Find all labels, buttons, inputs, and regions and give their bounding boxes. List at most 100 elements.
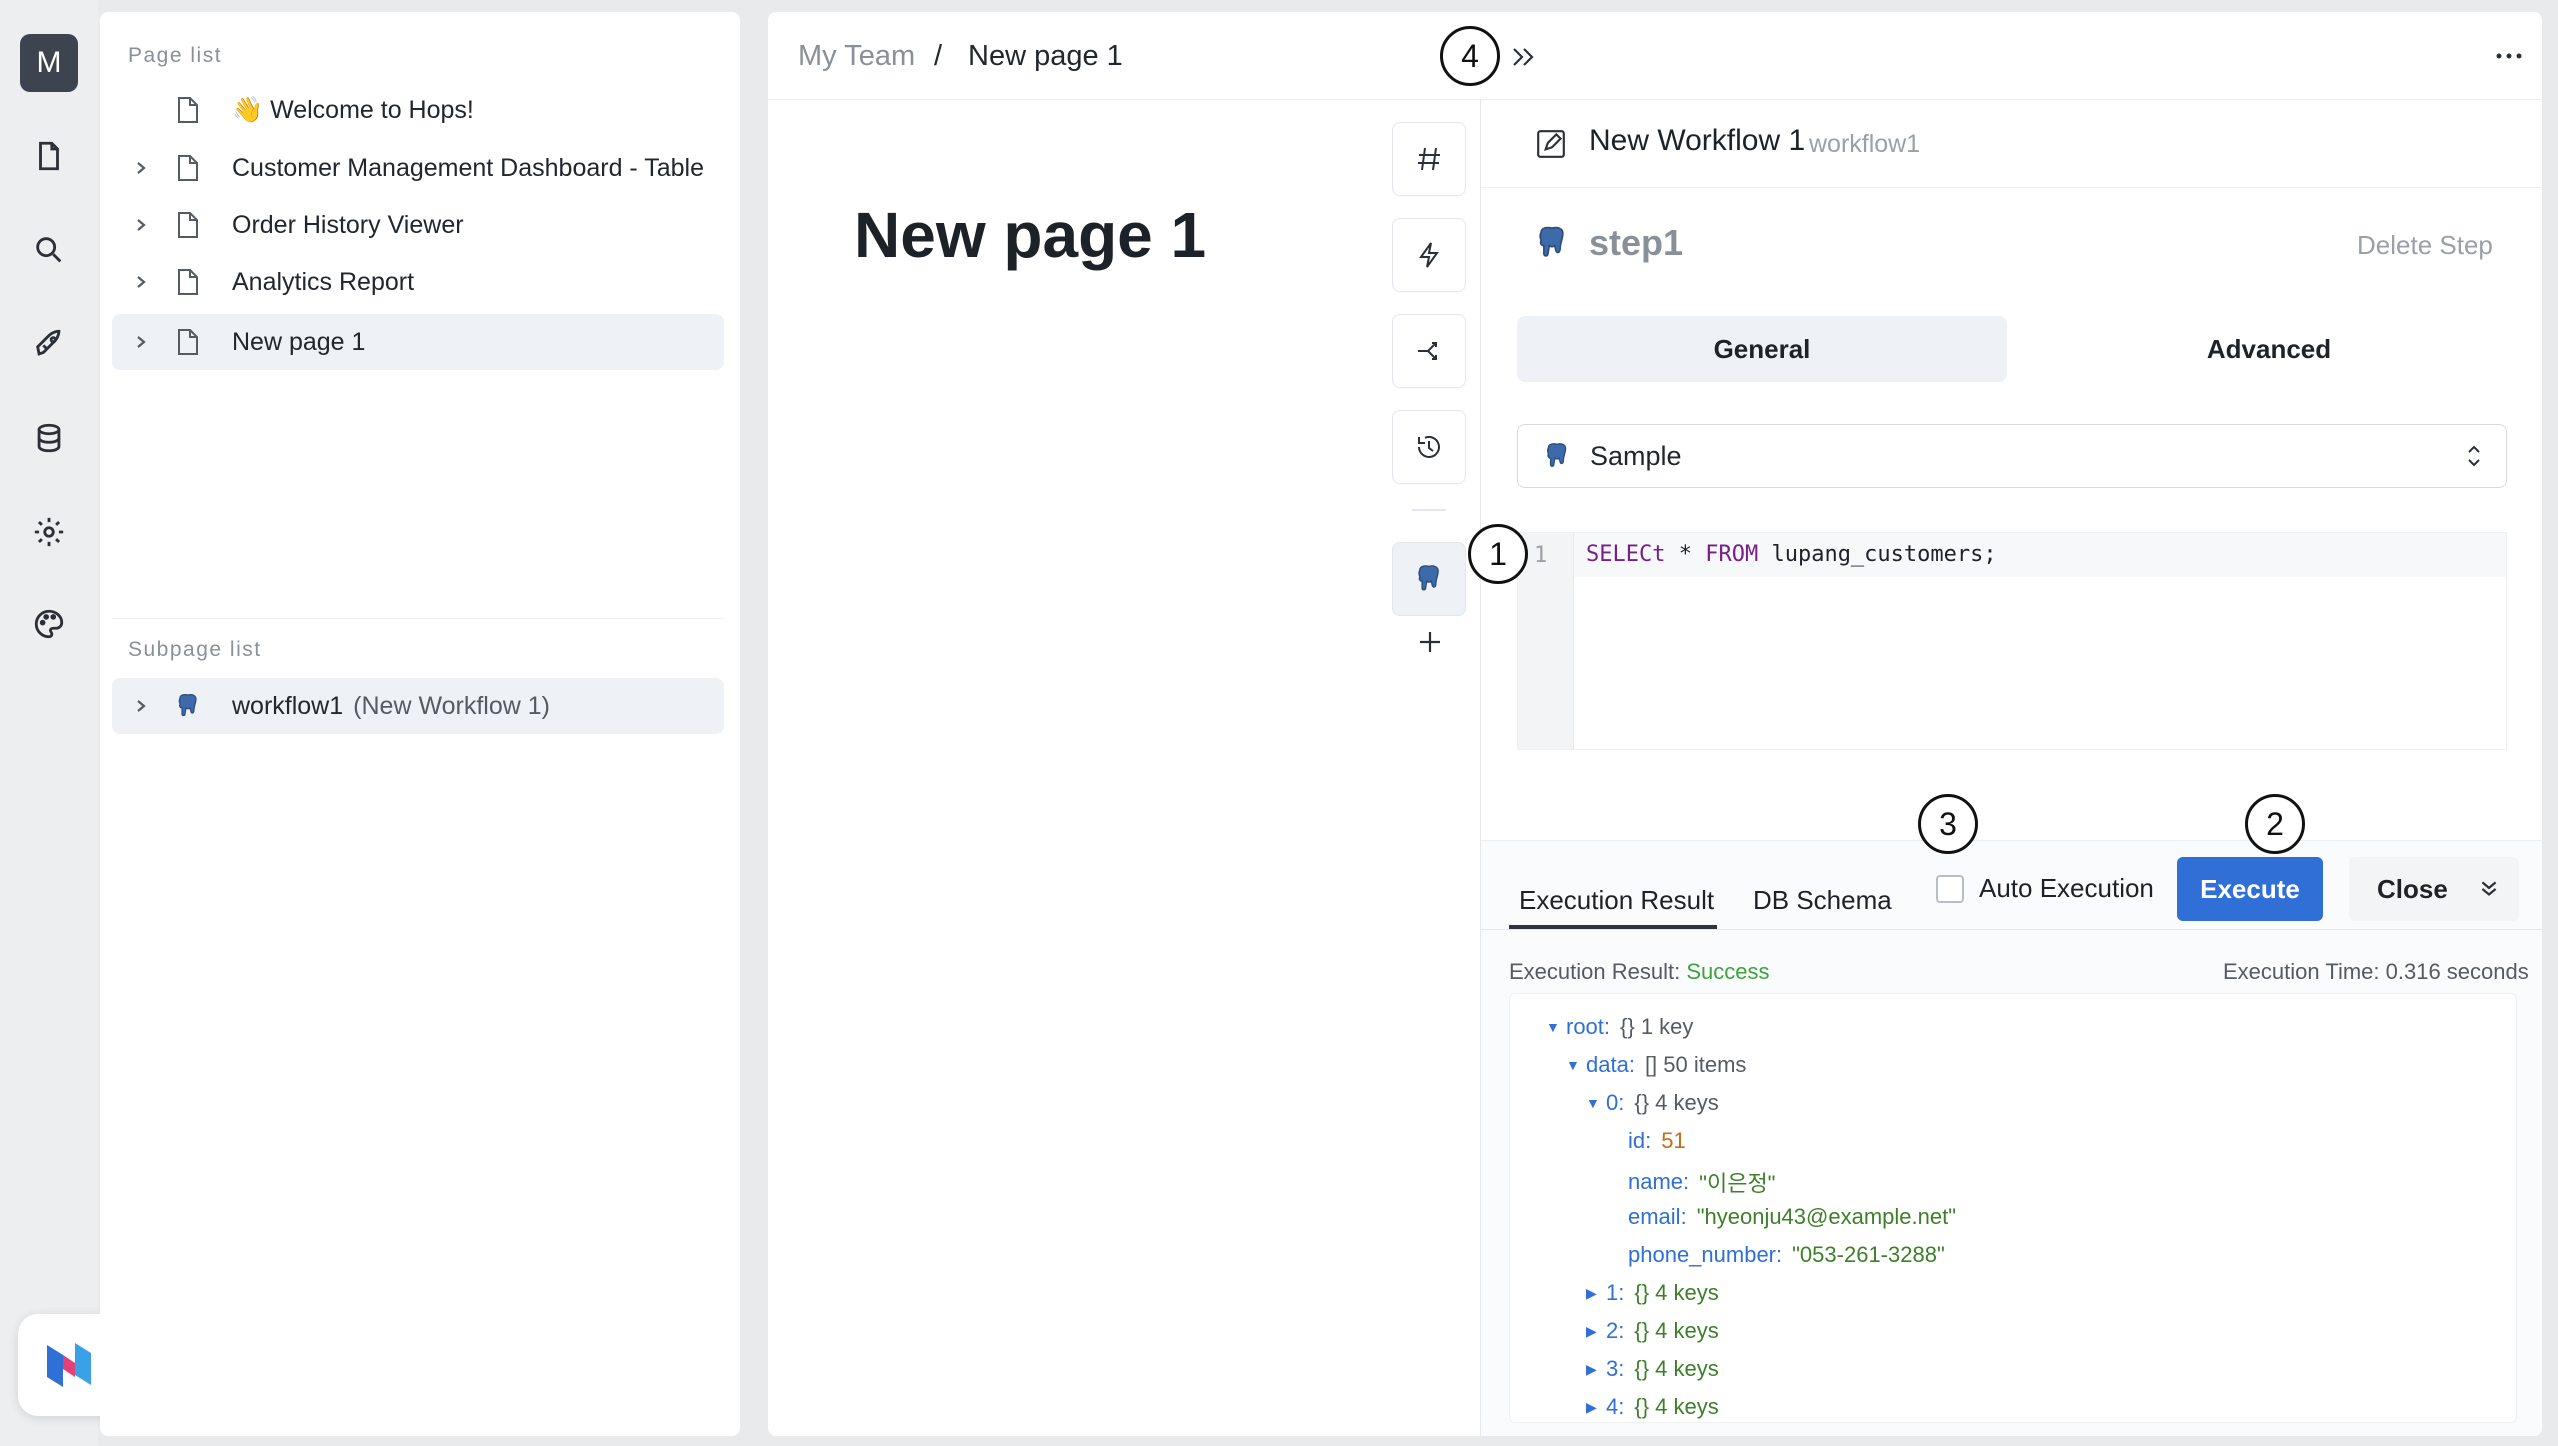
editor-gutter: 1 — [1518, 533, 1574, 749]
history-icon — [1418, 436, 1440, 458]
json-row-item-1[interactable]: ▶ 1: {} 4 keys — [1586, 1280, 1719, 1306]
caret-down-icon[interactable]: ▼ — [1546, 1019, 1566, 1035]
caret-right-icon[interactable]: ▶ — [1586, 1399, 1606, 1416]
json-meta: {} 4 keys — [1634, 1318, 1719, 1343]
close-label: Close — [2377, 873, 2448, 904]
subpage-item-detail: (New Workflow 1) — [353, 691, 550, 720]
json-row-item-4[interactable]: ▶ 4: {} 4 keys — [1586, 1394, 1719, 1420]
step-name[interactable]: step1 — [1589, 222, 1683, 264]
hash-tool-button[interactable] — [1392, 122, 1466, 196]
branch-tool-button[interactable] — [1392, 314, 1466, 388]
tab-general[interactable]: General — [1517, 316, 2007, 382]
subpage-list-title: Subpage list — [128, 638, 262, 661]
icon-rail: M — [0, 0, 120, 1446]
page-title[interactable]: New page 1 — [854, 198, 1206, 272]
tabs-border — [1481, 929, 2542, 930]
breadcrumb-separator: / — [934, 40, 943, 72]
tab-advanced[interactable]: Advanced — [2023, 316, 2515, 382]
chevron-right-icon[interactable] — [130, 275, 152, 289]
execute-button[interactable]: Execute — [2177, 857, 2323, 921]
json-key: root: — [1566, 1014, 1611, 1039]
caret-down-icon[interactable]: ▼ — [1586, 1095, 1606, 1111]
page-item-label: Customer Management Dashboard - Table — [232, 153, 705, 182]
annotation-badge-3: 3 — [1918, 794, 1978, 854]
sql-editor[interactable]: 1 SELECt * FROM lupang_customers; — [1517, 532, 2507, 750]
file-icon[interactable] — [29, 136, 69, 176]
json-row-data[interactable]: ▼ data: [] 50 items — [1566, 1052, 1746, 1078]
page-item-label: Analytics Report — [232, 267, 415, 296]
page-item-welcome[interactable]: 👋 Welcome to Hops! — [112, 82, 724, 138]
execution-status-value: Success — [1686, 959, 1770, 984]
json-row-root[interactable]: ▼ root: {} 1 key — [1546, 1014, 1693, 1040]
sql-star: * — [1665, 542, 1706, 567]
panel-divider — [112, 618, 724, 619]
branch-icon — [1418, 342, 1437, 360]
search-icon[interactable] — [29, 230, 69, 270]
sql-keyword-from: FROM — [1705, 542, 1759, 567]
add-icon[interactable] — [1412, 624, 1448, 660]
rocket-icon[interactable] — [29, 324, 69, 364]
tab-execution-result[interactable]: Execution Result — [1519, 885, 1714, 916]
sql-table: lupang_customers; — [1758, 542, 1997, 567]
json-key: data: — [1586, 1052, 1635, 1077]
json-key: 4: — [1606, 1394, 1625, 1419]
postgres-icon — [170, 692, 206, 720]
json-meta: [] 50 items — [1644, 1052, 1747, 1077]
palette-icon[interactable] — [29, 604, 69, 644]
top-bar: My Team / New page 1 4 — [768, 12, 2542, 100]
json-row-name: name: "이은정" — [1628, 1166, 1776, 1198]
action-tool-button[interactable] — [1392, 218, 1466, 292]
annotation-badge-1: 1 — [1468, 524, 1528, 584]
json-number: 51 — [1661, 1128, 1686, 1153]
json-meta: {} 4 keys — [1634, 1090, 1719, 1115]
history-tool-button[interactable] — [1392, 410, 1466, 484]
close-button[interactable]: Close — [2349, 857, 2519, 921]
chevron-right-icon[interactable] — [130, 699, 152, 713]
collapse-down-icon — [2481, 881, 2497, 896]
json-row-email: email: "hyeonju43@example.net" — [1628, 1204, 1956, 1230]
hops-logo-icon — [47, 1343, 91, 1387]
datasource-select[interactable]: Sample — [1517, 424, 2507, 488]
json-string: "hyeonju43@example.net" — [1696, 1204, 1957, 1229]
caret-down-icon[interactable]: ▼ — [1566, 1057, 1586, 1073]
page-list-panel: Page list 👋 Welcome to Hops! Customer Ma… — [100, 12, 740, 1436]
subpage-item-workflow1[interactable]: workflow1 (New Workflow 1) — [112, 678, 724, 734]
caret-right-icon[interactable]: ▶ — [1586, 1323, 1606, 1340]
settings-icon[interactable] — [29, 512, 69, 552]
page-item-new-page-1[interactable]: New page 1 — [112, 314, 724, 370]
expand-panel-icon[interactable] — [1508, 40, 1538, 74]
page-item-analytics-report[interactable]: Analytics Report — [112, 254, 724, 310]
json-key: email: — [1628, 1204, 1687, 1229]
code-line[interactable]: SELECt * FROM lupang_customers; — [1574, 533, 2506, 577]
document-icon — [170, 97, 206, 123]
postgres-workflow-button[interactable] — [1392, 542, 1466, 616]
tool-divider — [1412, 509, 1446, 511]
json-key: 0: — [1606, 1090, 1625, 1115]
breadcrumb-team[interactable]: My Team — [798, 40, 915, 73]
more-options-icon[interactable] — [2494, 50, 2524, 62]
tab-db-schema[interactable]: DB Schema — [1753, 885, 1892, 916]
caret-right-icon[interactable]: ▶ — [1586, 1285, 1606, 1302]
result-area: Execution Result DB Schema Auto Executio… — [1481, 840, 2542, 1436]
chevron-right-icon[interactable] — [130, 335, 152, 349]
json-key: 1: — [1606, 1280, 1625, 1305]
json-meta: {} 4 keys — [1634, 1356, 1719, 1381]
auto-execution-checkbox[interactable] — [1936, 875, 1964, 903]
json-key: phone_number: — [1628, 1242, 1783, 1267]
breadcrumb-page: New page 1 — [968, 40, 1123, 72]
json-row-item-3[interactable]: ▶ 3: {} 4 keys — [1586, 1356, 1719, 1382]
json-key: 3: — [1606, 1356, 1625, 1381]
caret-right-icon[interactable]: ▶ — [1586, 1361, 1606, 1378]
edit-icon[interactable] — [1535, 128, 1567, 160]
json-meta: {} 4 keys — [1634, 1394, 1719, 1419]
workspace-avatar[interactable]: M — [20, 34, 78, 92]
database-icon[interactable] — [29, 418, 69, 458]
json-row-item-0[interactable]: ▼ 0: {} 4 keys — [1586, 1090, 1719, 1116]
delete-step-button[interactable]: Delete Step — [2357, 230, 2493, 261]
page-item-order-history[interactable]: Order History Viewer — [112, 197, 724, 253]
json-row-item-2[interactable]: ▶ 2: {} 4 keys — [1586, 1318, 1719, 1344]
workflow-title[interactable]: New Workflow 1 — [1589, 124, 1805, 158]
chevron-right-icon[interactable] — [130, 161, 152, 175]
chevron-right-icon[interactable] — [130, 218, 152, 232]
page-item-customer-dashboard[interactable]: Customer Management Dashboard - Table — [112, 140, 724, 196]
